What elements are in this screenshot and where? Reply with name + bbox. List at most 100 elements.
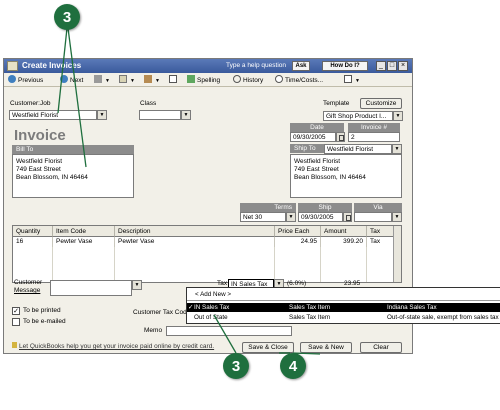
- ship-to-line: Bean Blossom, IN 46464: [294, 174, 366, 181]
- class-dropdown[interactable]: ▼: [181, 110, 191, 120]
- printer-icon: [94, 75, 102, 83]
- save-new-button[interactable]: Save & New: [300, 342, 352, 353]
- cell-amount[interactable]: 399.20: [321, 237, 367, 247]
- chevron-down-icon: ▼: [394, 146, 400, 152]
- option-type: Sales Tax Item: [289, 304, 331, 311]
- class-field[interactable]: [139, 110, 181, 120]
- chevron-down-icon: ▼: [155, 78, 160, 84]
- invoice-heading: Invoice: [14, 127, 66, 144]
- cell-price-each[interactable]: 24.95: [275, 237, 321, 247]
- next-icon: [60, 75, 68, 83]
- history-button[interactable]: History: [233, 75, 263, 86]
- terms-header: Terms: [240, 203, 296, 212]
- to-be-emailed-label: To be e-mailed: [23, 318, 66, 325]
- option-type: Sales Tax Item: [289, 314, 331, 321]
- ship-button[interactable]: ▼: [144, 75, 160, 86]
- column-header-price-each[interactable]: Price Each: [275, 226, 321, 237]
- maximize-button[interactable]: □: [387, 61, 397, 71]
- invoice-number-header: Invoice #: [348, 123, 400, 132]
- previous-icon: [8, 75, 16, 83]
- close-button[interactable]: ×: [398, 61, 408, 71]
- next-label: Next: [70, 77, 84, 84]
- ask-button[interactable]: Ask: [292, 61, 310, 71]
- ship-date-field[interactable]: 09/30/2005: [298, 212, 343, 222]
- callout-3-bottom: 3: [223, 353, 249, 379]
- ship-to-dropdown[interactable]: ▼: [392, 144, 402, 154]
- online-link-icon: [12, 342, 17, 348]
- column-header-quantity[interactable]: Quantity: [13, 226, 53, 237]
- column-header-amount[interactable]: Amount: [321, 226, 367, 237]
- column-header-description[interactable]: Description: [115, 226, 275, 237]
- how-do-i-button[interactable]: How Do I?: [322, 61, 368, 71]
- template-field[interactable]: Gift Shop Product I...: [323, 111, 393, 121]
- to-be-emailed-checkbox[interactable]: [12, 318, 20, 326]
- ship-to-line: Westfield Florist: [294, 158, 341, 165]
- bill-to-address[interactable]: Westfield Florist 749 East Street Bean B…: [12, 154, 134, 198]
- next-button[interactable]: Next: [60, 75, 83, 86]
- via-field[interactable]: [354, 212, 392, 222]
- customer-message-field[interactable]: [50, 280, 132, 296]
- via-dropdown[interactable]: ▼: [392, 212, 402, 222]
- customer-tax-code-label: Customer Tax Code: [133, 309, 189, 316]
- print-button[interactable]: ▼: [94, 75, 110, 86]
- callout-4-bottom: 4: [280, 353, 306, 379]
- add-new-option[interactable]: < Add New >: [187, 290, 500, 299]
- tax-label: Tax: [217, 280, 228, 287]
- previous-label: Previous: [18, 77, 44, 84]
- template-dropdown[interactable]: ▼: [393, 111, 403, 121]
- customize-button[interactable]: Customize: [360, 98, 402, 109]
- invoice-number-field[interactable]: 2: [348, 132, 400, 142]
- minimize-button[interactable]: _: [376, 61, 386, 71]
- memo-field[interactable]: [166, 326, 292, 336]
- ship-to-address[interactable]: Westfield Florist 749 East Street Bean B…: [290, 154, 402, 198]
- divider: [187, 300, 500, 301]
- save-close-button[interactable]: Save & Close: [242, 342, 294, 353]
- customer-job-label: Customer:Job: [10, 100, 51, 107]
- column-divider: [320, 247, 321, 282]
- tax-option-in-sales-tax[interactable]: ✓ IN Sales Tax Sales Tax Item Indiana Sa…: [187, 303, 500, 312]
- chevron-down-icon: ▼: [105, 78, 110, 84]
- template-label: Template: [323, 100, 350, 107]
- option-description: Out-of-state sale, exempt from sales tax: [387, 314, 499, 321]
- date-field[interactable]: 09/30/2005: [290, 132, 336, 142]
- spelling-label: Spelling: [197, 77, 221, 84]
- column-divider: [366, 247, 367, 282]
- clock-icon: [275, 75, 283, 83]
- cell-description[interactable]: Pewter Vase: [115, 237, 275, 247]
- ship-to-field[interactable]: Westfield Florist: [324, 144, 392, 154]
- ship-to-line: 749 East Street: [294, 166, 339, 173]
- column-divider: [274, 247, 275, 282]
- customer-job-field[interactable]: Westfield Florist: [9, 110, 97, 120]
- tax-option-out-of-state[interactable]: Out of State Sales Tax Item Out-of-state…: [187, 313, 500, 322]
- history-label: History: [243, 77, 264, 84]
- to-be-printed-checkbox[interactable]: ✓: [12, 307, 20, 315]
- chevron-down-icon: ▼: [394, 214, 400, 220]
- find-button[interactable]: [169, 75, 179, 86]
- customer-message-dropdown[interactable]: ▼: [132, 280, 142, 290]
- table-scrollbar[interactable]: [393, 226, 401, 282]
- spelling-button[interactable]: Spelling: [187, 75, 220, 86]
- column-divider: [52, 247, 53, 282]
- line-items-table: Quantity Item Code Description Price Eac…: [12, 225, 402, 283]
- calendar-icon[interactable]: [336, 132, 345, 142]
- attach-button[interactable]: ▼: [344, 75, 360, 86]
- customer-job-dropdown[interactable]: ▼: [97, 110, 107, 120]
- online-payment-link[interactable]: Let QuickBooks help you get your invoice…: [12, 342, 214, 350]
- cell-quantity[interactable]: 16: [13, 237, 53, 247]
- column-header-item-code[interactable]: Item Code: [53, 226, 115, 237]
- chevron-down-icon: ▼: [288, 214, 294, 220]
- cell-item-code[interactable]: Pewter Vase: [53, 237, 115, 247]
- attach-icon: [344, 75, 352, 83]
- bill-to-line: Westfield Florist: [16, 158, 63, 165]
- online-link-text: Let QuickBooks help you get your invoice…: [19, 343, 215, 350]
- calendar-icon[interactable]: [343, 212, 352, 222]
- time-costs-button[interactable]: Time/Costs...: [275, 75, 323, 86]
- terms-dropdown[interactable]: ▼: [286, 212, 296, 222]
- previous-button[interactable]: Previous: [8, 75, 43, 86]
- chevron-down-icon: ▼: [395, 113, 401, 119]
- terms-field[interactable]: Net 30: [240, 212, 286, 222]
- clear-button[interactable]: Clear: [360, 342, 402, 353]
- bill-to-line: 749 East Street: [16, 166, 61, 173]
- envelope-icon: [119, 75, 127, 83]
- email-button[interactable]: ▼: [119, 75, 135, 86]
